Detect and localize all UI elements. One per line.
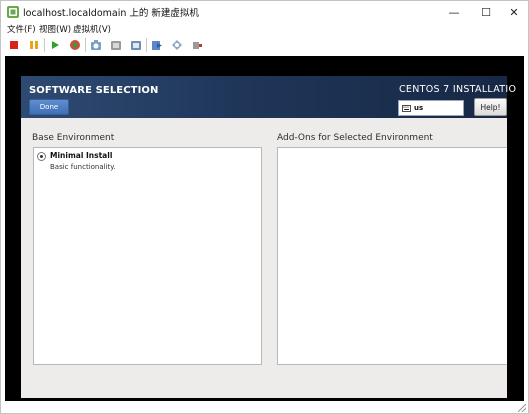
resize-grip[interactable]: [518, 404, 526, 412]
keyboard-layout-value: us: [414, 104, 424, 112]
vm-console-window: localhost.localdomain 上的 新建虚拟机 — ☐ ✕ 文件(…: [0, 0, 529, 414]
base-environment-list: Minimal Install Basic functionality.: [33, 147, 262, 365]
menu-file[interactable]: 文件(F): [7, 23, 36, 35]
minimize-icon: —: [448, 5, 460, 19]
menu-bar: 文件(F) 视图(W) 虚拟机(V): [1, 23, 528, 36]
vm-display[interactable]: SOFTWARE SELECTION Done CENTOS 7 INSTALL…: [5, 56, 524, 401]
status-bar: [1, 401, 528, 413]
pause-icon[interactable]: [26, 37, 42, 53]
title-bar[interactable]: localhost.localdomain 上的 新建虚拟机 — ☐ ✕: [1, 1, 528, 23]
done-button[interactable]: Done: [29, 99, 69, 115]
radio-selected[interactable]: [37, 152, 46, 161]
environment-name: Minimal Install: [50, 151, 113, 160]
help-button[interactable]: Help!: [474, 98, 507, 116]
toolbar-separator: [146, 38, 147, 52]
window-title: localhost.localdomain 上的 新建虚拟机: [23, 8, 199, 19]
maximize-button[interactable]: ☐: [471, 1, 501, 23]
close-icon: ✕: [509, 5, 519, 19]
usb-icon[interactable]: [189, 37, 205, 53]
product-title: CENTOS 7 INSTALLATIO: [399, 84, 517, 95]
environment-description: Basic functionality.: [50, 163, 116, 171]
keyboard-icon: [402, 104, 411, 112]
help-label: Help!: [480, 102, 501, 112]
revert-snapshot-icon[interactable]: [108, 37, 124, 53]
menu-view[interactable]: 视图(W): [39, 23, 71, 35]
maximize-icon: ☐: [481, 5, 491, 19]
minimize-button[interactable]: —: [439, 1, 469, 23]
manage-snapshots-icon[interactable]: [128, 37, 144, 53]
toolbar-separator: [85, 38, 86, 52]
settings-icon[interactable]: [169, 37, 185, 53]
spoke-title: SOFTWARE SELECTION: [29, 85, 159, 96]
anaconda-header: SOFTWARE SELECTION Done CENTOS 7 INSTALL…: [21, 76, 516, 118]
snapshot-icon[interactable]: [88, 37, 104, 53]
stop-icon[interactable]: [6, 37, 22, 53]
addons-heading: Add-Ons for Selected Environment: [277, 133, 433, 143]
close-button[interactable]: ✕: [499, 1, 529, 23]
menu-vm[interactable]: 虚拟机(V): [73, 23, 111, 35]
toolbar: [1, 36, 528, 54]
environment-option-minimal[interactable]: Minimal Install Basic functionality.: [37, 151, 257, 175]
play-icon[interactable]: [47, 37, 63, 53]
done-label: Done: [39, 103, 59, 111]
keyboard-layout-indicator[interactable]: us: [398, 100, 464, 116]
toolbar-separator: [44, 38, 45, 52]
base-environment-heading: Base Environment: [32, 133, 115, 143]
refresh-guest-icon[interactable]: [67, 37, 83, 53]
vmware-app-icon: [7, 6, 19, 18]
software-selection-body: Base Environment Add-Ons for Selected En…: [21, 118, 507, 398]
send-file-icon[interactable]: [149, 37, 165, 53]
addons-list: [277, 147, 507, 365]
